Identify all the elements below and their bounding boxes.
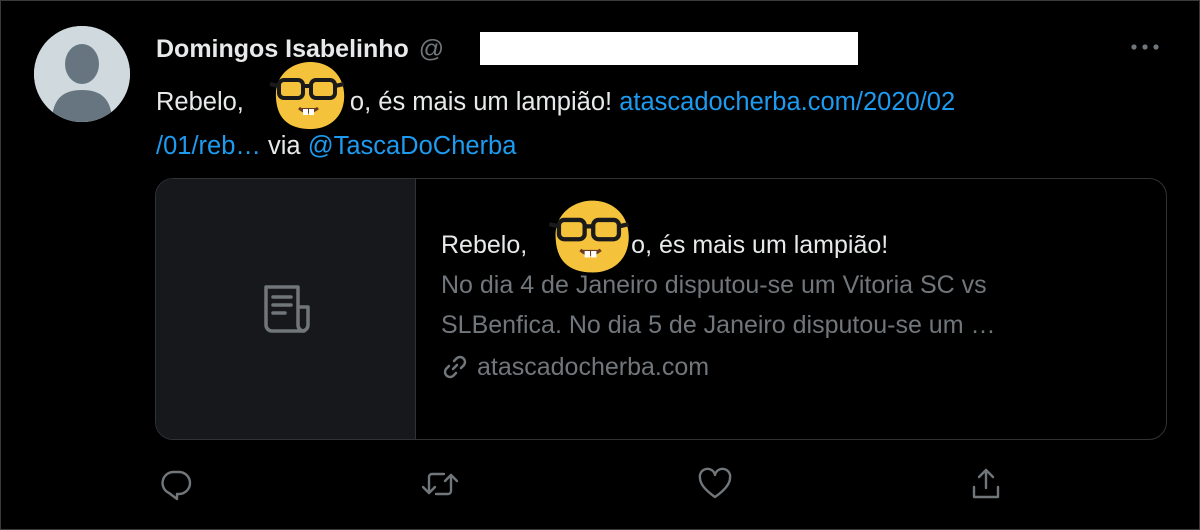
card-description: No dia 4 de Janeiro disputou-se um Vitor… (441, 265, 1131, 345)
document-icon (263, 285, 310, 333)
share-icon (972, 468, 1000, 499)
tweet-link-part-2[interactable]: /01/reb… (156, 132, 261, 160)
card-title-part-a: Rebelo, (441, 231, 528, 259)
redaction-box (480, 32, 858, 65)
card-domain-text: atascadocherba.com (477, 353, 710, 381)
avatar[interactable] (34, 26, 130, 122)
author-handle[interactable]: @ (419, 35, 444, 64)
default-avatar-icon (34, 26, 130, 122)
like-button[interactable] (695, 462, 735, 506)
tweet-actions (156, 462, 1006, 506)
card-domain: atascadocherba.com (441, 348, 1141, 386)
more-options-button[interactable] (1128, 34, 1162, 60)
link-icon (441, 353, 469, 381)
card-description-line-2: SLBenfica. No dia 5 de Janeiro disputou-… (441, 311, 996, 339)
via-text: via (267, 132, 301, 160)
nerd-face-emoji-icon (548, 200, 630, 273)
nerd-face-emoji-icon (269, 61, 345, 130)
tweet-link-part-1[interactable]: atascadocherba.com/2020/02 (619, 88, 955, 116)
share-button[interactable] (966, 462, 1006, 506)
reply-button[interactable] (156, 462, 196, 506)
card-thumbnail (156, 179, 416, 439)
link-preview-card[interactable]: Rebelo, o, és mais um lampião! No dia 4 d… (155, 178, 1167, 440)
retweet-icon (421, 472, 459, 496)
more-horizontal-icon (1131, 44, 1159, 50)
heart-icon (698, 467, 732, 499)
retweet-button[interactable] (420, 462, 460, 506)
tweet-text-part-a: Rebelo, (156, 88, 244, 116)
card-title-part-b: o, és mais um lampião! (631, 231, 889, 259)
mention-link[interactable]: @TascaDoCherba (308, 132, 517, 160)
tweet-text-part-b: o, és mais um lampião! (349, 88, 613, 116)
reply-icon (161, 470, 192, 501)
